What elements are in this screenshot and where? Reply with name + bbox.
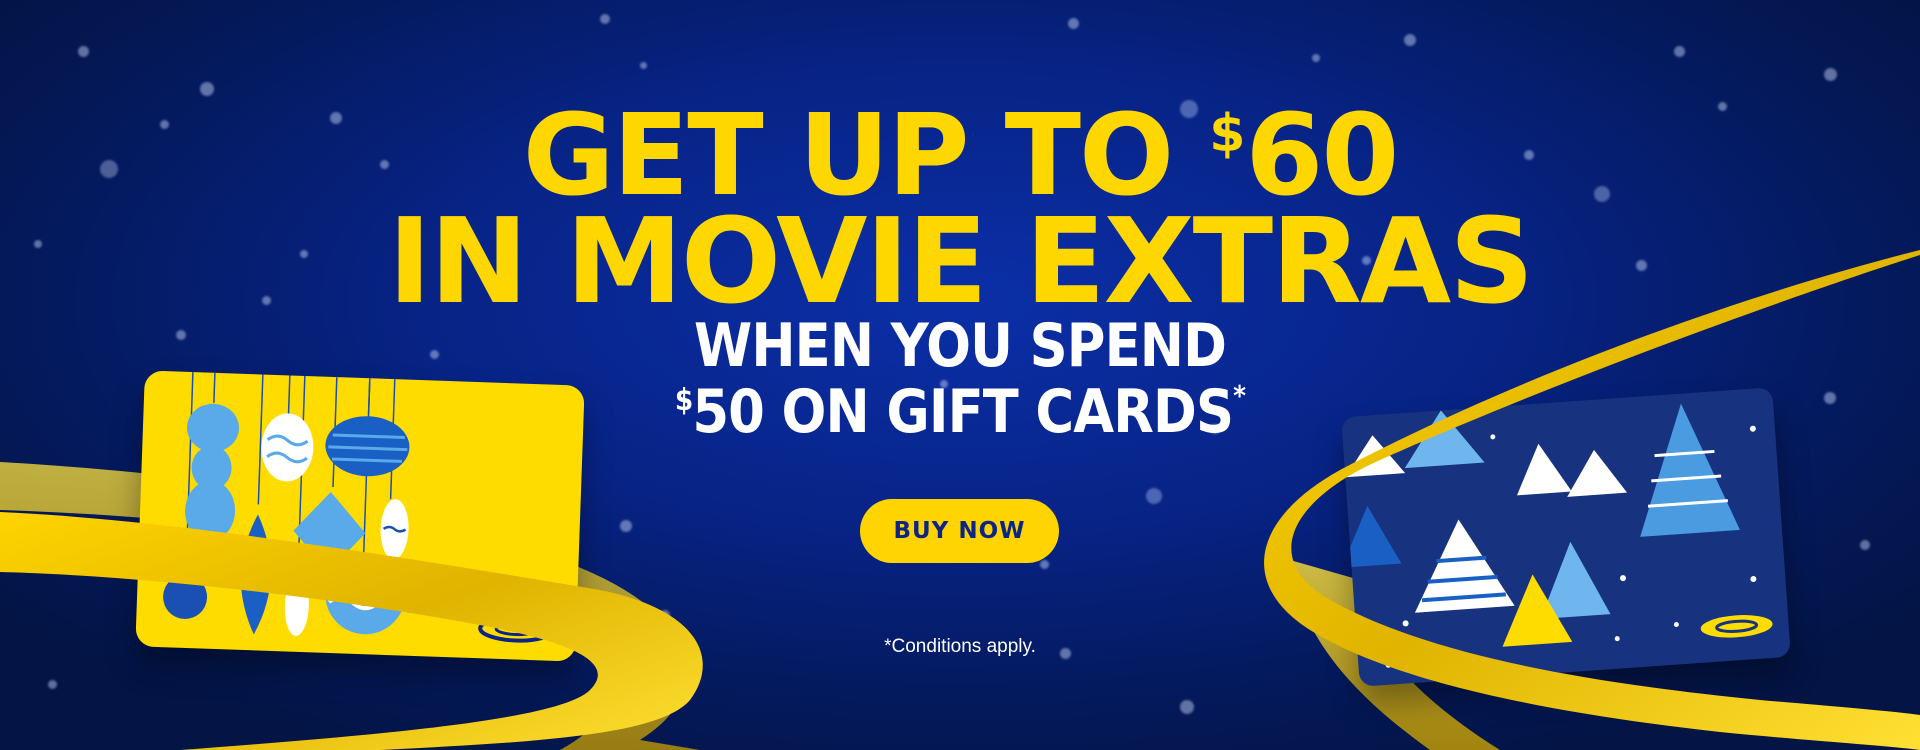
promo-banner: GET UP TO $60 IN MOVIE EXTRAS WHEN YOU S…: [0, 0, 1920, 750]
subline-currency: $: [674, 383, 693, 418]
conditions-note: *Conditions apply.: [884, 636, 1036, 657]
headline-currency: $: [1209, 104, 1245, 164]
headline-line-2: IN MOVIE EXTRAS: [387, 192, 1534, 330]
subline-1: WHEN YOU SPEND: [693, 311, 1227, 381]
subline-asterisk: *: [1233, 379, 1246, 412]
buy-now-button[interactable]: BUY NOW: [860, 499, 1059, 563]
subline-text: 50 ON GIFT CARDS: [692, 377, 1234, 447]
subline-2: $50 ON GIFT CARDS*: [115, 379, 1805, 443]
